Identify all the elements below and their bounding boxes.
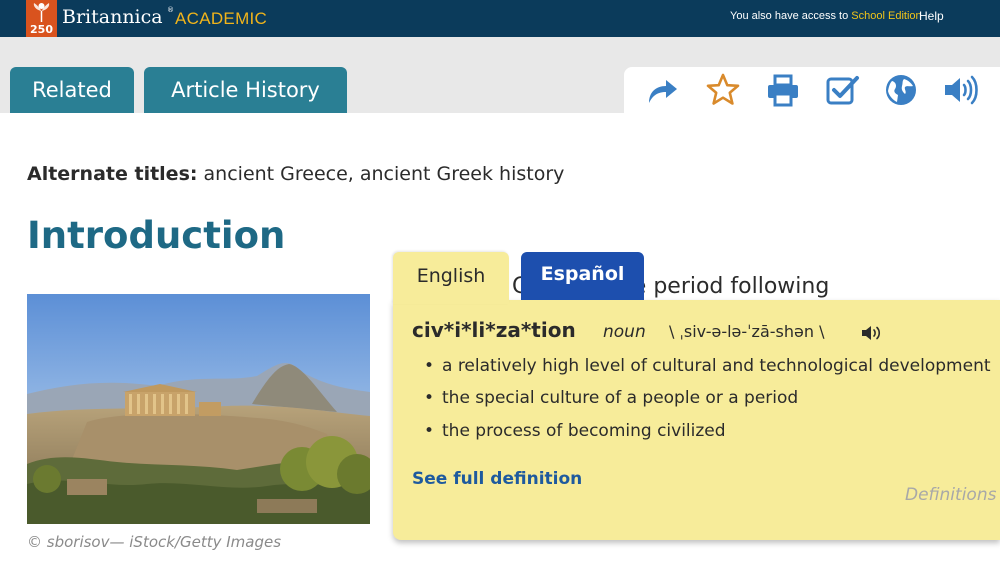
brand-registered-mark: ®	[167, 6, 174, 14]
thistle-logo-icon	[33, 3, 50, 22]
section-heading: Introduction	[27, 214, 286, 257]
see-full-definition-link[interactable]: See full definition	[412, 469, 582, 489]
definitions-credit: Definitions pr	[905, 485, 1000, 505]
britannica-page: 250 Britannica ® ACADEMIC You also have …	[0, 0, 1000, 580]
logo-number: 250	[30, 23, 53, 36]
definition-item: • the process of becoming civilized	[424, 421, 726, 441]
star-icon	[706, 73, 740, 105]
photo-credit: © sborisov— iStock/Getty Images	[27, 533, 282, 551]
tab-related[interactable]: Related	[10, 67, 134, 113]
acropolis-photo[interactable]	[27, 294, 370, 524]
access-note: You also have access to School Edition	[730, 10, 922, 22]
globe-icon	[886, 75, 916, 105]
dictionary-headword: civ*i*li*za*tion	[412, 318, 576, 342]
definition-text: a relatively high level of cultural and …	[442, 356, 991, 376]
alternate-titles-label: Alternate titles:	[27, 163, 198, 185]
print-icon	[768, 74, 798, 107]
favorite-button[interactable]	[703, 72, 743, 108]
alternate-titles-value: ancient Greece, ancient Greek history	[203, 163, 565, 185]
tab-article-history[interactable]: Article History	[144, 67, 347, 113]
part-of-speech: noun	[603, 322, 646, 342]
access-prefix: You also have access to	[730, 10, 849, 22]
britannica-250-logo[interactable]: 250	[26, 0, 57, 37]
school-edition-link[interactable]: School Edition	[851, 10, 921, 22]
tab-spanish[interactable]: Español	[521, 252, 644, 300]
speaker-icon	[945, 75, 978, 105]
top-header: 250 Britannica ® ACADEMIC You also have …	[0, 0, 1000, 37]
share-button[interactable]	[642, 72, 682, 108]
acropolis-image	[27, 294, 370, 524]
bullet: •	[424, 356, 435, 376]
definition-text: the process of becoming civilized	[442, 421, 726, 441]
share-icon	[649, 80, 677, 103]
help-link[interactable]: Help	[919, 9, 944, 23]
pronunciation: \ ˌsiv-ə-lə-ˈzā-shən \	[669, 322, 825, 341]
bullet: •	[424, 388, 435, 408]
cite-checkbox-icon	[826, 76, 859, 105]
alternate-titles: Alternate titles: ancient Greece, ancien…	[27, 163, 564, 185]
listen-button[interactable]	[940, 72, 980, 108]
brand-name[interactable]: Britannica	[62, 6, 163, 28]
definition-item: • the special culture of a people or a pe…	[424, 388, 798, 408]
definition-text: the special culture of a people or a per…	[442, 388, 799, 408]
definition-item: • a relatively high level of cultural and…	[424, 356, 991, 376]
translate-button[interactable]	[881, 72, 921, 108]
print-button[interactable]	[763, 72, 803, 108]
tab-english[interactable]: English	[393, 252, 509, 304]
bullet: •	[424, 421, 435, 441]
cite-button[interactable]	[822, 72, 862, 108]
pronunciation-audio-icon[interactable]	[860, 322, 882, 344]
brand-edition[interactable]: ACADEMIC	[175, 9, 267, 29]
